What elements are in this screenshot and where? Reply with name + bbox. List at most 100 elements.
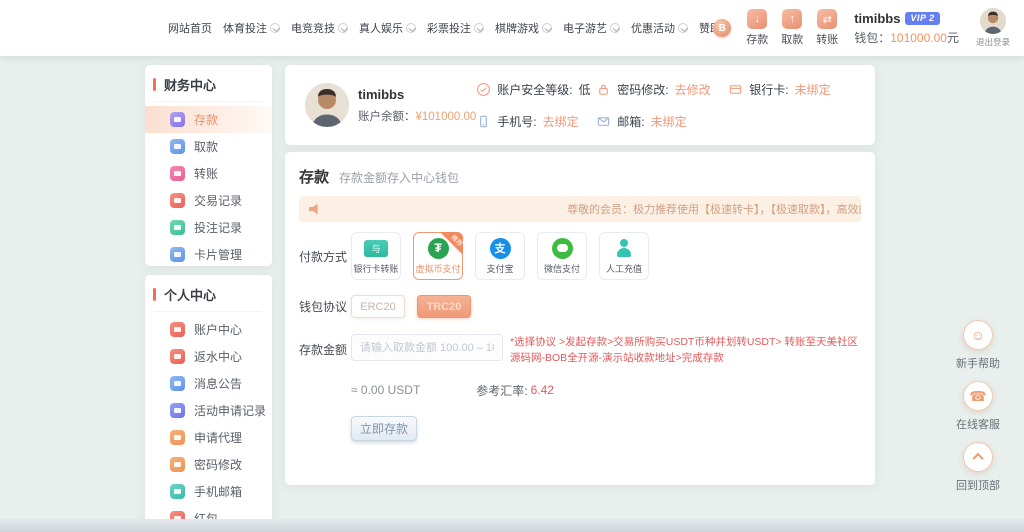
accent-bar [153,288,156,301]
page-title: 存款 [299,166,329,187]
chevron-down-icon [474,23,484,33]
deposit-header: 存款 存款金额存入中心钱包 [285,152,875,196]
sidebar-item-withdraw[interactable]: 取款 [145,133,272,160]
pay-method-alipay[interactable]: 支 支付宝 [475,232,525,280]
avatar [305,83,349,127]
sidebar-item-card-management[interactable]: 卡片管理 [145,241,272,268]
divider [155,311,262,312]
lock-icon [596,82,611,97]
logout-label: 退出登录 [976,36,1010,48]
footer-band [0,519,1024,532]
wallet-unit: 元 [947,31,959,45]
bank-card-field: 银行卡: 未绑定 [728,81,878,98]
modify-password-link[interactable]: 去修改 [675,81,711,98]
bet-records-icon [170,220,185,235]
wallet-amount: 101000.00 [890,31,947,45]
back-to-top-widget[interactable]: 回到顶部 [946,442,1010,493]
bind-phone-link[interactable]: 去绑定 [543,113,579,130]
sidebar-item-phone-email[interactable]: 手机邮箱 [145,478,272,505]
activity-icon [170,403,185,418]
sidebar-item-change-password[interactable]: 密码修改 [145,451,272,478]
deposit-icon [170,112,185,127]
protocol-trc20-button[interactable]: TRC20 [417,295,471,318]
sidebar-item-activity-applications[interactable]: 活动申请记录 [145,397,272,424]
chevron-down-icon [610,23,620,33]
nav-item-promotions[interactable]: 优惠活动 [631,20,688,36]
deposit-form: 付款方式 与 银行卡转账 推荐 ₮ 虚拟币支付 支 支付宝 [285,232,875,441]
protocol-erc20-button[interactable]: ERC20 [351,295,405,318]
rebate-icon [170,349,185,364]
bind-email-link[interactable]: 未绑定 [651,113,687,130]
conversion-row: ≈ 0.00 USDT 参考汇率: 6.42 [351,382,861,399]
quick-deposit-button[interactable]: ↓ 存款 [746,9,768,47]
submit-deposit-button[interactable]: 立即存款 [351,416,417,441]
robot-icon: ☺ [963,320,993,350]
phone-icon [476,114,491,129]
account-balance: 账户余额：¥101000.00 [358,108,476,124]
nav-item-sports[interactable]: 体育投注 [223,20,280,36]
sidebar-item-transaction-records[interactable]: 交易记录 [145,187,272,214]
deposit-amount-input[interactable] [351,334,503,361]
records-icon [170,193,185,208]
profile-username: timibbs [358,87,476,102]
quick-withdraw-button[interactable]: ↑ 取款 [781,9,803,47]
wallet-label: 钱包： [854,31,890,45]
sidebar-item-transfer[interactable]: 转账 [145,160,272,187]
vip-badge: VIP 2 [905,12,939,25]
nav-item-home[interactable]: 网站首页 [168,20,212,36]
avatar [980,8,1006,34]
arrow-up-icon [963,442,993,472]
wallet-icon [170,139,185,154]
logout-button[interactable]: 退出登录 [976,8,1010,48]
sidebar-item-deposit[interactable]: 存款 [145,106,272,133]
sidebar-item-apply-agent[interactable]: 申请代理 [145,424,272,451]
person-icon [614,238,635,259]
sidebar-item-account-center[interactable]: 账户中心 [145,316,272,343]
sidebar-item-betting-records[interactable]: 投注记录 [145,214,272,241]
finance-header: 财务中心 [145,65,272,101]
chevron-down-icon [338,23,348,33]
nav-item-slots[interactable]: 电子游艺 [563,20,620,36]
nav-item-esports[interactable]: 电竞竞技 [291,20,348,36]
page-subtitle: 存款金额存入中心钱包 [339,169,459,186]
submit-row: 立即存款 [351,416,861,441]
speaker-icon [309,204,321,215]
bind-bank-card-link[interactable]: 未绑定 [795,81,831,98]
personal-header: 个人中心 [145,275,272,311]
recommend-ribbon: 推荐 [440,232,463,255]
profile-card: timibbs 账户余额：¥101000.00 账户安全等级: 低 密码修改: … [285,65,875,145]
heart-icon [170,322,185,337]
withdraw-icon: ↑ [782,9,802,29]
chevron-down-icon [270,23,280,33]
notice-marquee: 尊敬的会员：极力推荐使用【极速转卡】，【极速取款】，高效的存取款体验，减少银行风… [299,196,861,222]
main-menu: 网站首页 体育投注 电竞竞技 真人娱乐 彩票投注 棋牌游戏 电子游艺 优惠活动 … [168,20,716,36]
nav-item-lottery[interactable]: 彩票投注 [427,20,484,36]
pay-method-bank-transfer[interactable]: 与 银行卡转账 [351,232,401,280]
help-widget[interactable]: ☺ 新手帮助 [946,320,1010,371]
email-field: 邮箱: 未绑定 [596,113,728,130]
sidebar-item-rebate-center[interactable]: 返水中心 [145,343,272,370]
nav-item-live-casino[interactable]: 真人娱乐 [359,20,416,36]
top-navbar: 网站首页 体育投注 电竞竞技 真人娱乐 彩票投注 棋牌游戏 电子游艺 优惠活动 … [0,0,1024,56]
pay-method-manual[interactable]: 人工充值 [599,232,649,280]
chevron-down-icon [542,23,552,33]
quick-transfer-button[interactable]: ⇄ 转账 [816,9,838,47]
rate-label: 参考汇率: [476,382,527,399]
transfer-icon: ⇄ [817,9,837,29]
notice-text: 尊敬的会员：极力推荐使用【极速转卡】，【极速取款】，高效的存取款体验，减少银行风… [567,201,861,217]
shield-check-icon [476,82,491,97]
bank-card-icon: 与 [364,240,388,257]
pay-method-wechat[interactable]: 微信支付 [537,232,587,280]
pay-method-crypto[interactable]: 推荐 ₮ 虚拟币支付 [413,232,463,280]
phone-field: 手机号: 去绑定 [476,113,596,130]
payment-method-list: 与 银行卡转账 推荐 ₮ 虚拟币支付 支 支付宝 微信支付 [351,232,649,280]
customer-service-widget[interactable]: ☎ 在线客服 [946,381,1010,432]
security-level-field: 账户安全等级: 低 [476,81,596,98]
nav-item-board-games[interactable]: 棋牌游戏 [495,20,552,36]
chevron-down-icon [678,23,688,33]
sidebar-item-announcements[interactable]: 消息公告 [145,370,272,397]
coin-icon[interactable]: B [713,19,731,37]
mail-icon [170,484,185,499]
payment-method-label: 付款方式 [299,248,351,265]
deposit-card: 存款 存款金额存入中心钱包 尊敬的会员：极力推荐使用【极速转卡】，【极速取款】，… [285,152,875,485]
